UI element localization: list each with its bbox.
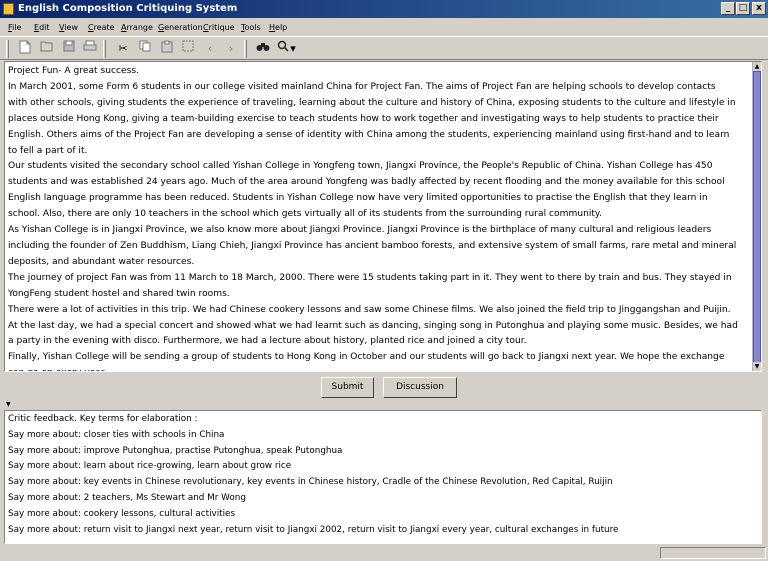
- window-title: English Composition Critiquing System: [18, 3, 238, 14]
- close-button[interactable]: x: [752, 2, 766, 15]
- menu-bar: File Edit View Create Arrange Generation…: [0, 19, 768, 36]
- feedback-line: Say more about: cookery lessons, cultura…: [8, 508, 236, 519]
- print-icon[interactable]: [81, 40, 99, 58]
- binoculars-icon[interactable]: [254, 40, 272, 58]
- new-document-icon[interactable]: [16, 40, 34, 58]
- cut-icon[interactable]: ✂: [114, 40, 132, 58]
- feedback-heading: Critic feedback. Key terms for elaborati…: [8, 414, 198, 424]
- save-icon[interactable]: [60, 40, 78, 58]
- toolbar: ✂ ‹ › ▾: [0, 36, 768, 60]
- app-icon: [3, 3, 14, 15]
- essay-scroll-thumb[interactable]: [753, 71, 761, 364]
- essay-text-area[interactable]: Project Fun- A great success. In March 2…: [4, 61, 762, 372]
- menu-arrange[interactable]: Arrange: [121, 19, 153, 36]
- status-field: [660, 547, 766, 559]
- back-icon[interactable]: ‹: [201, 40, 219, 58]
- status-bar: [0, 546, 768, 561]
- minimize-button[interactable]: _: [721, 2, 735, 15]
- menu-critique[interactable]: Critique: [203, 19, 235, 36]
- discussion-button[interactable]: Discussion: [383, 377, 457, 398]
- app-window: English Composition Critiquing System _ …: [0, 0, 768, 561]
- menu-tools[interactable]: Tools: [241, 19, 261, 36]
- paste-icon[interactable]: [158, 40, 176, 58]
- toolbar-separator: [244, 40, 247, 58]
- menu-file[interactable]: File: [8, 19, 21, 36]
- feedback-line: Say more about: key events in Chinese re…: [8, 477, 613, 488]
- button-row: Submit Discussion: [0, 373, 768, 401]
- pane-splitter[interactable]: ▼: [4, 401, 762, 409]
- submit-button[interactable]: Submit: [321, 377, 374, 398]
- critic-feedback-area: Critic feedback. Key terms for elaborati…: [4, 410, 762, 544]
- forward-icon[interactable]: ›: [222, 40, 240, 58]
- menu-edit[interactable]: Edit: [34, 19, 50, 36]
- feedback-lines: Critic feedback. Key terms for elaborati…: [8, 412, 748, 538]
- open-icon[interactable]: [38, 40, 56, 58]
- select-all-icon[interactable]: [179, 40, 197, 58]
- menu-generation[interactable]: Generation: [158, 19, 203, 36]
- menu-view[interactable]: View: [59, 19, 78, 36]
- scroll-down-icon[interactable]: ▼: [753, 362, 761, 371]
- feedback-line: Say more about: return visit to Jiangxi …: [8, 524, 619, 535]
- feedback-line: Say more about: closer ties with schools…: [8, 429, 225, 440]
- maximize-button[interactable]: □: [736, 2, 750, 15]
- essay-scrollbar[interactable]: ▲ ▼: [752, 62, 761, 371]
- menu-create[interactable]: Create: [88, 19, 115, 36]
- toolbar-separator: [103, 40, 106, 58]
- essay-text[interactable]: Project Fun- A great success. In March 2…: [8, 64, 746, 371]
- feedback-line: Say more about: 2 teachers, Ms Stewart a…: [8, 492, 246, 503]
- copy-icon[interactable]: [136, 40, 154, 58]
- splitter-arrow-icon[interactable]: ▼: [6, 401, 11, 408]
- find-dropdown-icon[interactable]: ▾: [288, 40, 298, 58]
- toolbar-grip[interactable]: [6, 40, 9, 58]
- feedback-line: Say more about: learn about rice-growing…: [8, 461, 292, 472]
- scroll-up-icon[interactable]: ▲: [753, 62, 761, 71]
- feedback-line: Say more about: improve Putonghua, pract…: [8, 445, 343, 456]
- menu-help[interactable]: Help: [269, 19, 287, 36]
- title-bar: English Composition Critiquing System _ …: [0, 0, 768, 18]
